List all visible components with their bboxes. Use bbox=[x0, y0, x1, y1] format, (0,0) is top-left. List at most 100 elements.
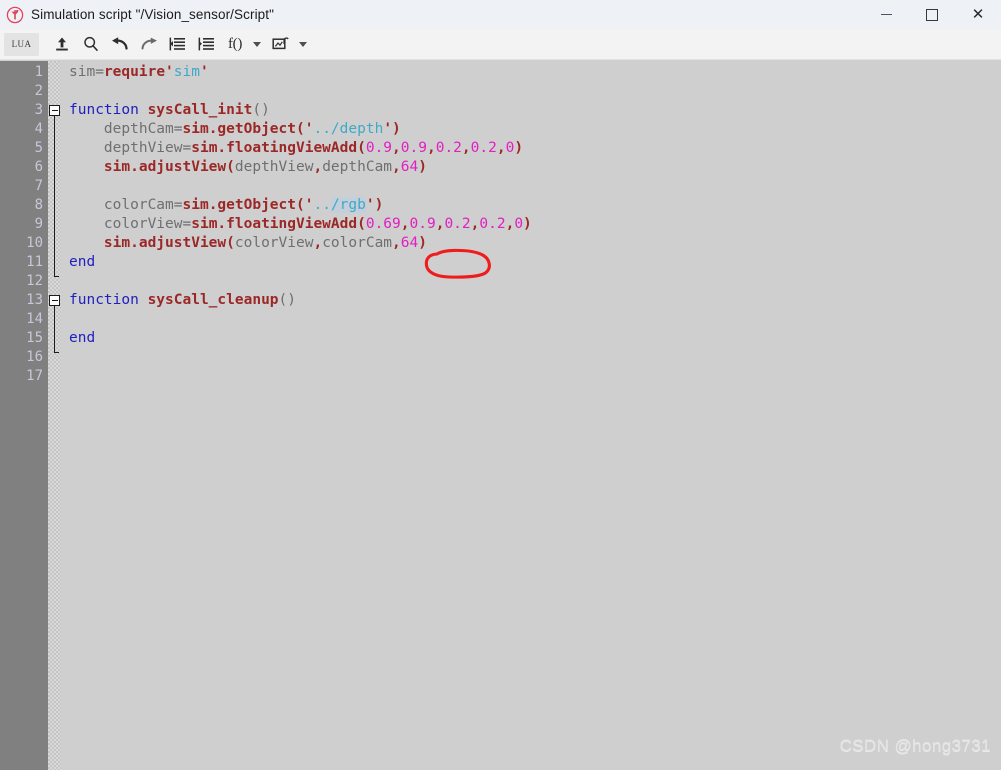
line-number: 3 bbox=[34, 102, 43, 118]
code-line[interactable]: sim=require'sim' bbox=[61, 63, 1001, 82]
insert-snippet-caret-icon[interactable] bbox=[296, 32, 309, 57]
code-folding-gutter[interactable] bbox=[48, 61, 61, 770]
code-token: ' bbox=[383, 121, 393, 137]
line-number: 16 bbox=[26, 349, 43, 365]
title-bar: Simulation script "/Vision_sensor/Script… bbox=[0, 0, 1001, 30]
code-token: depthCam bbox=[322, 159, 393, 175]
code-line[interactable] bbox=[61, 272, 1001, 291]
line-number: 4 bbox=[34, 121, 43, 137]
code-token: ( bbox=[357, 216, 366, 232]
code-token: () bbox=[252, 102, 270, 118]
insert-snippet-icon[interactable] bbox=[267, 32, 294, 57]
redo-icon[interactable] bbox=[135, 32, 162, 57]
code-token: sim.getObject bbox=[182, 197, 297, 213]
code-token: sim.getObject bbox=[182, 121, 297, 137]
coppeliasim-icon bbox=[6, 6, 24, 24]
code-token: 0.9 bbox=[365, 140, 393, 156]
code-token: 0.2 bbox=[470, 140, 497, 156]
code-line[interactable] bbox=[61, 310, 1001, 329]
undo-icon[interactable] bbox=[106, 32, 133, 57]
code-token: = bbox=[173, 121, 183, 137]
code-line[interactable]: end bbox=[61, 329, 1001, 348]
code-line[interactable] bbox=[61, 82, 1001, 101]
close-button[interactable]: ✕ bbox=[955, 0, 1001, 29]
code-token: 64 bbox=[400, 235, 419, 251]
code-token: ) bbox=[374, 197, 384, 213]
fold-toggle-icon[interactable] bbox=[49, 105, 60, 116]
code-token: 0.2 bbox=[444, 216, 471, 232]
code-token: function bbox=[69, 292, 139, 308]
code-token: ' bbox=[365, 197, 375, 213]
code-token: 0.2 bbox=[479, 216, 506, 232]
csdn-watermark: CSDN @hong3731 bbox=[839, 736, 991, 755]
maximize-icon bbox=[926, 8, 938, 21]
code-token: , bbox=[505, 216, 515, 232]
code-line[interactable] bbox=[61, 367, 1001, 386]
window-title: Simulation script "/Vision_sensor/Script… bbox=[31, 7, 275, 22]
code-token: ) bbox=[514, 140, 524, 156]
code-token: () bbox=[278, 292, 296, 308]
code-line[interactable]: end bbox=[61, 253, 1001, 272]
code-text-area[interactable]: sim=require'sim' function sysCall_init()… bbox=[61, 61, 1001, 770]
code-line[interactable] bbox=[61, 177, 1001, 196]
code-token: , bbox=[461, 140, 471, 156]
code-editor[interactable]: 1 2 3 4 5 6 7 8 9 10 11 12 13 14 15 16 17 sim=require'si… bbox=[0, 61, 1001, 770]
function-list-icon[interactable]: f() bbox=[222, 32, 248, 57]
code-token: , bbox=[392, 159, 401, 175]
code-line[interactable]: sim.adjustView(colorView,colorCam,64) bbox=[61, 234, 1001, 253]
search-icon[interactable] bbox=[77, 32, 104, 57]
code-token: = bbox=[182, 216, 192, 232]
line-number: 12 bbox=[26, 273, 43, 289]
code-line[interactable]: function sysCall_cleanup() bbox=[61, 291, 1001, 310]
fold-toggle-icon[interactable] bbox=[49, 295, 60, 306]
code-token: sysCall_cleanup bbox=[147, 292, 279, 308]
fold-range-end bbox=[54, 352, 59, 353]
code-token: end bbox=[69, 254, 96, 270]
line-number: 13 bbox=[26, 292, 43, 308]
code-token: end bbox=[69, 330, 96, 346]
code-line[interactable]: colorCam=sim.getObject('../rgb') bbox=[61, 196, 1001, 215]
code-token: sim.floatingViewAdd bbox=[191, 216, 358, 232]
code-token: sim bbox=[69, 64, 96, 80]
function-list-label: f() bbox=[227, 35, 243, 52]
code-token: 0 bbox=[514, 216, 524, 232]
indent-icon[interactable] bbox=[193, 32, 220, 57]
code-token: ) bbox=[523, 216, 532, 232]
code-line[interactable]: depthView=sim.floatingViewAdd(0.9,0.9,0.… bbox=[61, 139, 1001, 158]
code-token: 0.2 bbox=[435, 140, 462, 156]
code-token: , bbox=[426, 140, 436, 156]
code-line[interactable] bbox=[61, 348, 1001, 367]
code-token: function bbox=[69, 102, 139, 118]
code-line[interactable]: function sysCall_init() bbox=[61, 101, 1001, 120]
code-token: = bbox=[182, 140, 192, 156]
line-number: 14 bbox=[26, 311, 43, 327]
code-token: sim.adjustView bbox=[103, 159, 227, 175]
unindent-icon[interactable] bbox=[164, 32, 191, 57]
code-token: colorCam bbox=[322, 235, 393, 251]
code-line[interactable]: depthCam=sim.getObject('../depth') bbox=[61, 120, 1001, 139]
code-token: , bbox=[392, 235, 401, 251]
code-token: ../depth bbox=[313, 121, 384, 137]
code-token: ) bbox=[392, 121, 401, 137]
chevron-down-icon bbox=[252, 41, 261, 47]
code-token: colorView bbox=[69, 216, 183, 232]
code-token: = bbox=[173, 197, 183, 213]
code-token: depthCam bbox=[69, 121, 174, 137]
chevron-down-icon bbox=[298, 41, 307, 47]
code-token: sim.adjustView bbox=[103, 235, 227, 251]
maximize-button[interactable] bbox=[909, 0, 955, 29]
language-chip-lua[interactable]: LUA bbox=[4, 32, 39, 56]
code-token: ( bbox=[296, 197, 305, 213]
code-line[interactable]: sim.adjustView(depthView,depthCam,64) bbox=[61, 158, 1001, 177]
line-number: 5 bbox=[34, 140, 43, 156]
line-number: 10 bbox=[26, 235, 43, 251]
code-token: 64 bbox=[400, 159, 419, 175]
close-icon: ✕ bbox=[971, 5, 985, 23]
upload-script-icon[interactable] bbox=[48, 32, 75, 57]
code-line[interactable]: colorView=sim.floatingViewAdd(0.69,0.9,0… bbox=[61, 215, 1001, 234]
minimize-button[interactable] bbox=[863, 0, 909, 29]
function-list-caret-icon[interactable] bbox=[250, 32, 263, 57]
